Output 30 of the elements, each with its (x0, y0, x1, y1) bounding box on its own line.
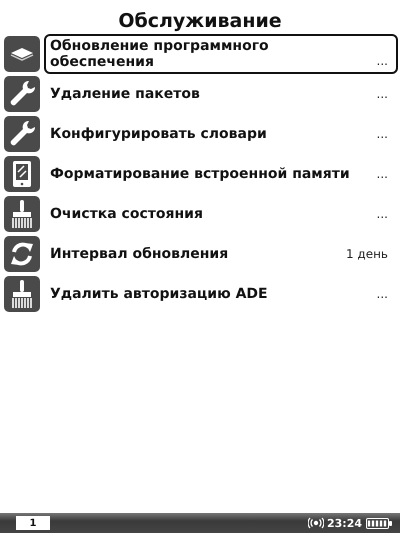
item-label: Удаление пакетов (50, 86, 200, 102)
item-label: Очистка состояния (50, 206, 203, 222)
item-label: Удалить авторизацию ADE (50, 286, 268, 302)
screen-title: Обслуживание (117, 10, 283, 32)
menu-item[interactable]: Удалить авторизацию ADE ... (44, 274, 398, 314)
item-value: ... (376, 54, 388, 68)
item-label: Обновление программного обеспечения (50, 38, 270, 70)
menu-item[interactable]: Форматирование встроенной памяти ... (44, 154, 398, 194)
tablet-icon (12, 160, 32, 188)
item-value: ... (376, 87, 388, 101)
item-value: ... (376, 167, 388, 181)
layers-icon (10, 47, 34, 61)
clock-time: 23:24 (326, 516, 362, 530)
item-value: ... (376, 287, 388, 301)
menu-item[interactable]: Очистка состояния ... (44, 194, 398, 234)
item-label: Конфигурировать словари (50, 126, 267, 142)
item-label: Интервал обновления (50, 246, 228, 262)
battery-icon (366, 518, 392, 528)
item-value: ... (376, 127, 388, 141)
menu-item[interactable]: Конфигурировать словари ... (44, 114, 398, 154)
menu-item[interactable]: Интервал обновления 1 день (44, 234, 398, 274)
brush-icon (9, 199, 35, 229)
wireless-icon (308, 517, 324, 529)
item-value: ... (376, 207, 388, 221)
menu-item[interactable]: Удаление пакетов ... (44, 74, 398, 114)
item-label: Форматирование встроенной памяти (50, 166, 350, 182)
page-number: 1 (16, 516, 50, 530)
menu-item[interactable]: Обновление программного обеспечения ... (44, 34, 398, 74)
brush-icon (9, 279, 35, 309)
item-value: 1 день (346, 247, 388, 261)
